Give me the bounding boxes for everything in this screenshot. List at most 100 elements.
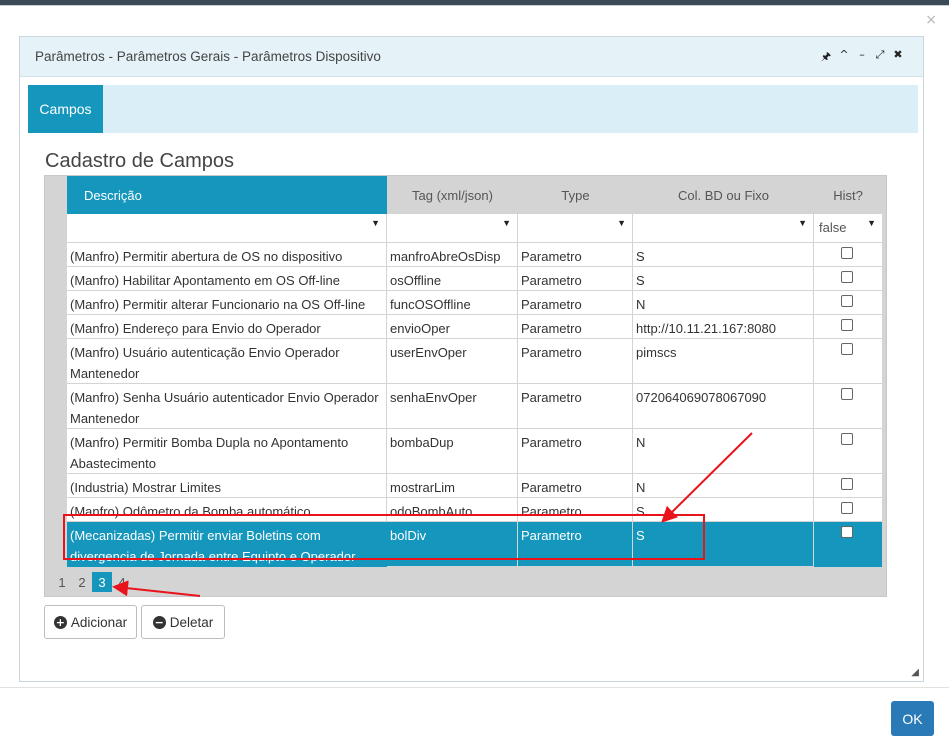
cell-hist: [814, 267, 882, 291]
table-row[interactable]: (Manfro) Senha Usuário autenticador Envi…: [67, 384, 882, 429]
modal-container: × Parâmetros - Parâmetros Gerais - Parâm…: [0, 5, 949, 751]
filter-dropdown-icon[interactable]: ▼: [867, 218, 876, 228]
delete-button-label: Deletar: [169, 614, 214, 630]
minimize-icon[interactable]: –: [857, 48, 867, 67]
cell-tag: funcOSOffline: [387, 291, 518, 315]
cell-hist: [814, 243, 882, 267]
cell-hist: [814, 315, 882, 339]
cell-descricao: (Manfro) Permitir abertura de OS no disp…: [67, 243, 387, 267]
page-1[interactable]: 1: [52, 572, 72, 592]
hist-checkbox[interactable]: [841, 247, 853, 259]
cell-tag: bolDiv: [387, 522, 518, 567]
close-window-icon[interactable]: ✖: [893, 48, 903, 67]
cell-hist: [814, 429, 882, 474]
add-button[interactable]: + Adicionar: [44, 605, 137, 639]
cell-tag: osOffline: [387, 267, 518, 291]
column-header-tag[interactable]: Tag (xml/json): [387, 176, 518, 214]
hist-checkbox[interactable]: [841, 319, 853, 331]
delete-button[interactable]: − Deletar: [141, 605, 225, 639]
filter-col-bd[interactable]: ▼: [633, 214, 814, 242]
filter-type[interactable]: ▼: [518, 214, 633, 242]
section-title: Cadastro de Campos: [45, 150, 234, 172]
cell-col-bd: http://10.11.21.167:8080: [633, 315, 814, 339]
page-2[interactable]: 2: [72, 572, 92, 592]
ok-button[interactable]: OK: [891, 701, 934, 736]
cell-descricao: (Manfro) Senha Usuário autenticador Envi…: [67, 384, 387, 429]
cell-col-bd: S: [633, 498, 814, 522]
minus-circle-icon: −: [152, 615, 166, 629]
filter-hist-value: false: [819, 220, 847, 235]
filter-dropdown-icon[interactable]: ▼: [371, 218, 380, 228]
cell-type: Parametro: [518, 243, 633, 267]
table-row[interactable]: (Manfro) Permitir alterar Funcionario na…: [67, 291, 882, 315]
page-4[interactable]: 4: [112, 572, 132, 592]
cell-type: Parametro: [518, 339, 633, 384]
pin-icon[interactable]: 🖈: [821, 48, 831, 67]
filter-hist[interactable]: false ▼: [814, 214, 882, 242]
table-row[interactable]: (Manfro) Odômetro da Bomba automático od…: [67, 498, 882, 522]
fields-grid: Descrição Tag (xml/json) Type Col. BD ou…: [44, 175, 887, 597]
cell-hist: [814, 339, 882, 384]
tab-campos[interactable]: Campos: [28, 85, 103, 133]
cell-hist: [814, 522, 882, 567]
table-row[interactable]: (Manfro) Endereço para Envio do Operador…: [67, 315, 882, 339]
cell-hist: [814, 384, 882, 429]
cell-type: Parametro: [518, 291, 633, 315]
cell-tag: userEnvOper: [387, 339, 518, 384]
collapse-icon[interactable]: ^: [839, 48, 849, 67]
table-row-selected[interactable]: (Mecanizadas) Permitir enviar Boletins c…: [67, 522, 882, 567]
hist-checkbox[interactable]: [841, 526, 853, 538]
table-row[interactable]: (Manfro) Permitir Bomba Dupla no Apontam…: [67, 429, 882, 474]
table-row[interactable]: (Manfro) Habilitar Apontamento em OS Off…: [67, 267, 882, 291]
cell-tag: odoBombAuto: [387, 498, 518, 522]
window-controls: 🖈 ^ – ⤢ ✖: [821, 48, 903, 67]
table-row[interactable]: (Manfro) Permitir abertura de OS no disp…: [67, 243, 882, 267]
hist-checkbox[interactable]: [841, 271, 853, 283]
window-title: Parâmetros - Parâmetros Gerais - Parâmet…: [35, 49, 381, 64]
hist-checkbox[interactable]: [841, 343, 853, 355]
cell-descricao: (Mecanizadas) Permitir enviar Boletins c…: [67, 522, 387, 567]
cell-hist: [814, 474, 882, 498]
cell-descricao: (Manfro) Permitir Bomba Dupla no Apontam…: [67, 429, 387, 474]
table-row[interactable]: (Manfro) Usuário autenticação Envio Oper…: [67, 339, 882, 384]
cell-descricao: (Manfro) Endereço para Envio do Operador…: [67, 315, 387, 339]
cell-col-bd: pimscs: [633, 339, 814, 384]
hist-checkbox[interactable]: [841, 433, 853, 445]
filter-tag[interactable]: ▼: [387, 214, 518, 242]
hist-checkbox[interactable]: [841, 478, 853, 490]
resize-handle-icon[interactable]: ◢: [911, 667, 919, 678]
plus-circle-icon: +: [53, 615, 67, 629]
cell-tag: envioOper: [387, 315, 518, 339]
column-header-hist[interactable]: Hist?: [814, 176, 882, 214]
cell-type: Parametro: [518, 267, 633, 291]
cell-col-bd: 072064069078067090: [633, 384, 814, 429]
filter-dropdown-icon[interactable]: ▼: [798, 218, 807, 228]
filter-descricao[interactable]: ▼: [67, 214, 387, 242]
cell-tag: mostrarLim: [387, 474, 518, 498]
cell-col-bd: S: [633, 243, 814, 267]
cell-col-bd: S: [633, 522, 814, 567]
filter-dropdown-icon[interactable]: ▼: [502, 218, 511, 228]
tab-bar: Campos: [28, 85, 918, 133]
cell-descricao: (Manfro) Usuário autenticação Envio Oper…: [67, 339, 387, 384]
column-header-col-bd[interactable]: Col. BD ou Fixo: [633, 176, 814, 214]
cell-descricao: (Manfro) Habilitar Apontamento em OS Off…: [67, 267, 387, 291]
cell-type: Parametro: [518, 429, 633, 474]
cell-hist: [814, 498, 882, 522]
hist-checkbox[interactable]: [841, 388, 853, 400]
page-3-current[interactable]: 3: [92, 572, 112, 592]
outer-close-icon[interactable]: ×: [925, 12, 937, 28]
cell-tag: bombaDup: [387, 429, 518, 474]
add-button-label: Adicionar: [70, 614, 128, 630]
cell-col-bd: N: [633, 291, 814, 315]
filter-dropdown-icon[interactable]: ▼: [617, 218, 626, 228]
column-header-type[interactable]: Type: [518, 176, 633, 214]
hist-checkbox[interactable]: [841, 502, 853, 514]
hist-checkbox[interactable]: [841, 295, 853, 307]
column-header-descricao[interactable]: Descrição: [67, 176, 387, 214]
maximize-icon[interactable]: ⤢: [875, 48, 885, 67]
pagination: 1 2 3 4: [52, 572, 132, 592]
cell-tag: senhaEnvOper: [387, 384, 518, 429]
cell-descricao: (Manfro) Odômetro da Bomba automático: [67, 498, 387, 522]
table-row[interactable]: (Industria) Mostrar Limites mostrarLim P…: [67, 474, 882, 498]
